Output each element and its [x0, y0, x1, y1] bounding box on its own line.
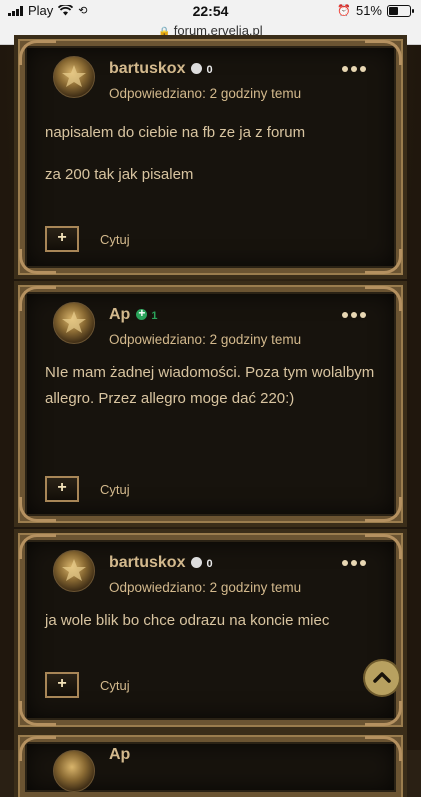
battery-icon	[387, 4, 414, 17]
forum-post: bartuskox 0 Odpowiedziano: 2 godziny temu…	[18, 39, 403, 275]
offline-status-icon	[191, 557, 203, 568]
alarm-icon: ⏰	[337, 5, 351, 17]
reputation-count: 0	[206, 558, 213, 570]
more-dots-icon[interactable]	[342, 560, 366, 566]
post-text: napisalem do ciebie na fb ze ja z forum	[45, 124, 306, 141]
reputation-count: 1	[151, 310, 158, 322]
username[interactable]: Ap 1	[109, 306, 157, 324]
lock-icon: 🔒	[158, 27, 171, 38]
post-text: NIe mam żadnej wiadomości. Poza tym wola…	[45, 364, 375, 407]
quote-button[interactable]: +	[45, 226, 79, 252]
forum-thread[interactable]: bartuskox 0 Odpowiedziano: 2 godziny temu…	[0, 39, 421, 797]
quote-label[interactable]: Cytuj	[100, 232, 130, 247]
avatar[interactable]	[53, 550, 95, 592]
url-text: forum.ervelia.pl	[173, 23, 263, 38]
avatar[interactable]	[53, 750, 95, 792]
quote-button[interactable]: +	[45, 476, 79, 502]
reputation-count: 0	[206, 64, 213, 76]
forum-post: Ap 1 Odpowiedziano: 2 godziny temu NIe ma…	[18, 285, 403, 523]
offline-status-icon	[191, 63, 203, 74]
post-content: NIe mam żadnej wiadomości. Poza tym wola…	[45, 360, 376, 428]
battery-percent: 51%	[355, 3, 382, 18]
quote-label[interactable]: Cytuj	[100, 482, 130, 497]
online-status-icon	[136, 306, 148, 320]
forum-post-partial: Ap	[18, 735, 403, 797]
post-timestamp: Odpowiedziano: 2 godziny temu	[109, 332, 302, 347]
username[interactable]: bartuskox 0	[109, 554, 213, 572]
post-timestamp: Odpowiedziano: 2 godziny temu	[109, 580, 302, 595]
more-dots-icon[interactable]	[342, 66, 366, 72]
chevron-up-icon	[373, 672, 391, 683]
post-text: ja wole blik bo chce odrazu na koncie mi…	[45, 612, 330, 629]
more-dots-icon[interactable]	[342, 312, 366, 318]
username-text[interactable]: bartuskox	[109, 60, 185, 77]
post-content: napisalem do ciebie na fb ze ja z forum …	[45, 120, 376, 204]
username-text[interactable]: bartuskox	[109, 554, 185, 571]
username-text[interactable]: Ap	[109, 746, 130, 764]
scroll-to-top-button[interactable]	[365, 661, 399, 695]
post-text: za 200 tak jak pisalem	[45, 166, 194, 183]
post-timestamp: Odpowiedziano: 2 godziny temu	[109, 86, 302, 101]
status-right: ⏰ 51%	[337, 3, 414, 18]
status-bar: Play ⟲ 22:54 ⏰ 51%	[0, 0, 421, 22]
quote-label[interactable]: Cytuj	[100, 678, 130, 693]
post-content: ja wole blik bo chce odrazu na koncie mi…	[45, 608, 376, 650]
username[interactable]: bartuskox 0	[109, 60, 213, 78]
avatar[interactable]	[53, 56, 95, 98]
forum-post: bartuskox 0 Odpowiedziano: 2 godziny temu…	[18, 533, 403, 727]
quote-button[interactable]: +	[45, 672, 79, 698]
avatar[interactable]	[53, 302, 95, 344]
username-text[interactable]: Ap	[109, 306, 130, 323]
